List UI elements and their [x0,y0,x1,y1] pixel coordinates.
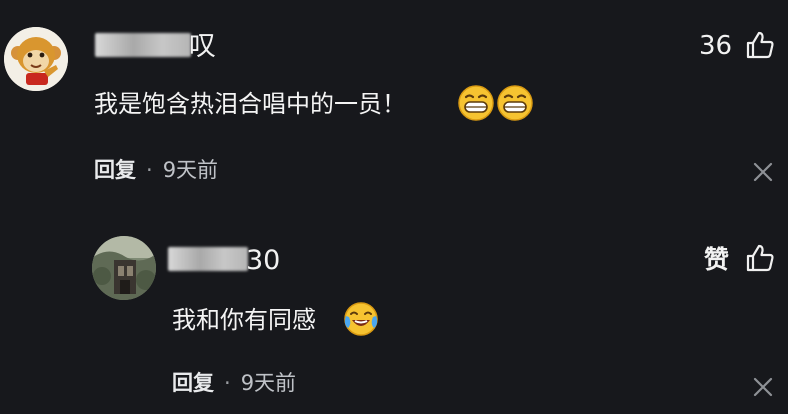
separator-dot: · [224,371,231,395]
reply-button[interactable]: 回复 [94,158,136,182]
timestamp: 9天前 [240,371,297,395]
grin-emoji [496,84,534,122]
thumbs-up-icon[interactable] [744,242,776,274]
username-suffix[interactable]: 叹 [189,33,216,60]
comment-text: 我是饱含热泪合唱中的一员！ [94,90,406,118]
crying-laugh-emoji [342,300,380,338]
grin-emoji [457,84,495,122]
username-redacted[interactable] [168,247,248,271]
close-icon[interactable] [752,376,774,398]
username-suffix[interactable]: 30 [246,247,280,274]
username-redacted[interactable] [95,33,191,57]
separator-dot: · [146,158,153,182]
avatar[interactable] [4,27,68,91]
timestamp: 9天前 [162,158,219,182]
monkey-avatar-icon [4,27,68,91]
like-count: 36 [699,31,733,61]
photo-avatar-icon [92,236,156,300]
thumbs-up-icon[interactable] [744,29,776,61]
reply-meta: 回复 · 9天前 [172,373,296,394]
close-icon[interactable] [752,161,774,183]
comment-meta: 回复 · 9天前 [94,160,218,181]
reply-button[interactable]: 回复 [172,371,214,395]
like-label: 赞 [704,245,730,274]
avatar[interactable] [92,236,156,300]
reply-text: 我和你有同感 [172,306,316,334]
